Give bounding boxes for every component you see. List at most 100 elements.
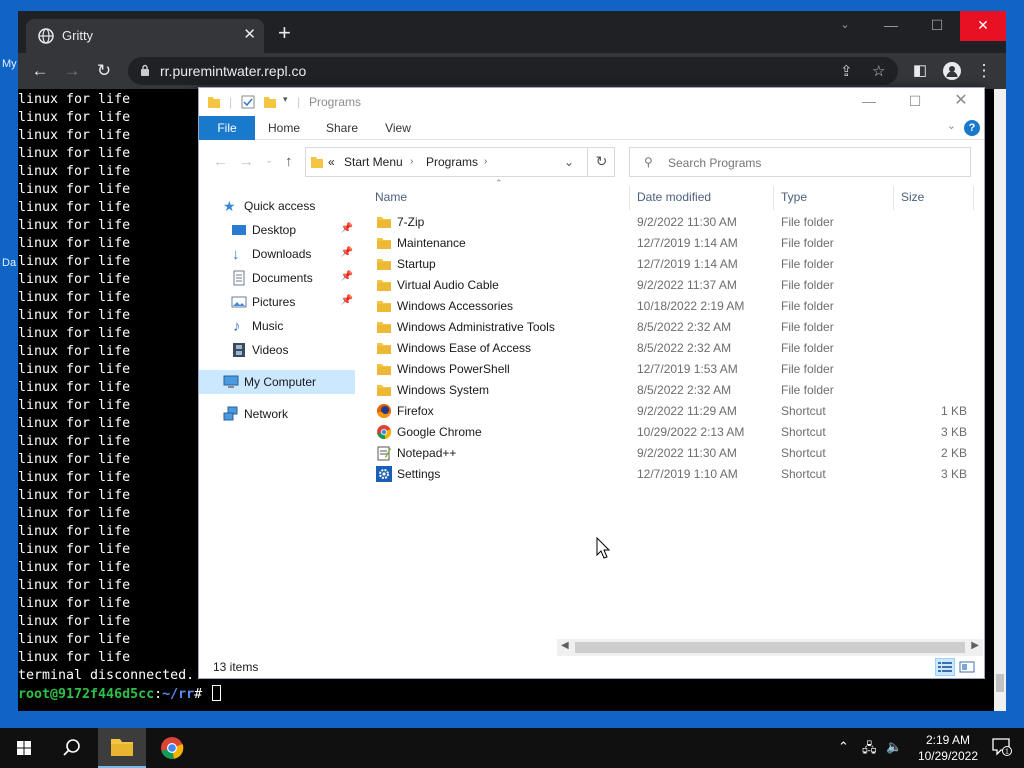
chrome-taskbar-button[interactable] bbox=[148, 728, 196, 768]
large-icons-view-icon[interactable] bbox=[957, 658, 977, 676]
file-row[interactable]: Google Chrome 10/29/2022 2:13 AM Shortcut 3… bbox=[371, 422, 975, 443]
browser-tab[interactable]: Gritty ✕ bbox=[26, 19, 264, 53]
file-row[interactable]: Startup 12/7/2019 1:14 AM File folder bbox=[371, 254, 975, 275]
nav-network[interactable]: Network bbox=[199, 402, 355, 426]
up-icon[interactable]: ↑ bbox=[285, 153, 293, 170]
breadcrumb-start-menu[interactable]: Start Menu bbox=[344, 155, 403, 169]
start-button[interactable] bbox=[0, 728, 48, 768]
forward-icon[interactable]: → bbox=[60, 59, 84, 83]
refresh-icon[interactable]: ↻ bbox=[587, 147, 615, 177]
nav-downloads[interactable]: ↓ Downloads 📌 bbox=[199, 242, 355, 266]
search-box[interactable]: ⚲ bbox=[629, 147, 971, 177]
tab-home[interactable]: Home bbox=[259, 116, 309, 140]
column-divider[interactable] bbox=[973, 186, 974, 210]
column-header-date[interactable]: Date modified bbox=[637, 182, 711, 212]
file-row[interactable]: Windows Accessories 10/18/2022 2:19 AM Fil… bbox=[371, 296, 975, 317]
minimize-icon[interactable]: — bbox=[868, 11, 914, 41]
scroll-left-icon[interactable]: ◀ bbox=[561, 640, 569, 651]
properties-icon[interactable] bbox=[241, 95, 255, 109]
close-tab-icon[interactable]: ✕ bbox=[243, 25, 256, 43]
customize-qat-icon[interactable]: ▾ bbox=[283, 94, 288, 105]
bookmark-star-icon[interactable]: ☆ bbox=[872, 62, 885, 80]
computer-icon bbox=[223, 375, 239, 388]
menu-kebab-icon[interactable]: ⋮ bbox=[972, 59, 996, 83]
tab-file[interactable]: File bbox=[199, 116, 255, 140]
close-window-icon[interactable]: ✕ bbox=[960, 11, 1006, 41]
horizontal-scrollbar[interactable]: ◀ ▶ bbox=[557, 639, 983, 656]
file-row[interactable]: Windows Administrative Tools 8/5/2022 2:3… bbox=[371, 317, 975, 338]
pin-icon[interactable]: 📌 bbox=[341, 223, 353, 234]
breadcrumb-overflow[interactable]: « bbox=[328, 155, 335, 169]
reload-icon[interactable]: ↻ bbox=[92, 59, 116, 83]
file-row[interactable]: Maintenance 12/7/2019 1:14 AM File folder bbox=[371, 233, 975, 254]
new-tab-icon[interactable]: + bbox=[278, 22, 291, 44]
scroll-right-icon[interactable]: ▶ bbox=[971, 640, 979, 651]
nav-videos[interactable]: Videos bbox=[199, 338, 355, 362]
nav-pictures[interactable]: Pictures 📌 bbox=[199, 290, 355, 314]
column-header-type[interactable]: Type bbox=[781, 182, 807, 212]
file-row[interactable]: Virtual Audio Cable 9/2/2022 11:37 AM File… bbox=[371, 275, 975, 296]
search-input[interactable] bbox=[668, 154, 958, 172]
column-divider[interactable] bbox=[773, 186, 774, 210]
file-explorer-taskbar-button[interactable] bbox=[98, 728, 146, 768]
file-row[interactable]: Windows PowerShell 12/7/2019 1:53 AM File … bbox=[371, 359, 975, 380]
address-bar[interactable]: rr.puremintwater.repl.co ⇪ ☆ bbox=[128, 57, 898, 85]
show-hidden-icons-icon[interactable]: ⌃ bbox=[838, 739, 849, 755]
file-row[interactable]: Settings 12/7/2019 1:10 AM Shortcut 3 KB bbox=[371, 464, 975, 485]
nav-documents[interactable]: Documents 📌 bbox=[199, 266, 355, 290]
column-divider[interactable] bbox=[629, 186, 630, 210]
file-name: Startup bbox=[397, 257, 436, 271]
file-row[interactable]: Notepad++ 9/2/2022 11:30 AM Shortcut 2 KB bbox=[371, 443, 975, 464]
scrollbar-thumb[interactable] bbox=[575, 642, 965, 653]
forward-icon[interactable]: → bbox=[239, 153, 254, 170]
help-icon[interactable]: ? bbox=[964, 120, 980, 136]
desktop-icon-label[interactable]: Da bbox=[2, 257, 16, 269]
scrollbar-thumb[interactable] bbox=[996, 674, 1004, 692]
close-icon[interactable]: ✕ bbox=[938, 90, 984, 114]
column-header-size[interactable]: Size bbox=[901, 182, 924, 212]
tab-search-icon[interactable]: ⌄ bbox=[822, 11, 868, 41]
column-header-name[interactable]: Name bbox=[375, 182, 407, 212]
folder-icon bbox=[376, 319, 392, 335]
file-row[interactable]: Windows Ease of Access 8/5/2022 2:32 AM Fi… bbox=[371, 338, 975, 359]
back-icon[interactable]: ← bbox=[213, 153, 228, 170]
details-view-icon[interactable] bbox=[935, 658, 955, 676]
search-button[interactable] bbox=[48, 728, 96, 768]
nav-desktop[interactable]: Desktop 📌 bbox=[199, 218, 355, 242]
profile-avatar-icon[interactable] bbox=[940, 59, 964, 83]
address-dropdown-icon[interactable]: ⌄ bbox=[564, 155, 574, 169]
volume-icon[interactable]: 🔈 bbox=[886, 739, 902, 755]
network-status-icon[interactable]: 🖧 bbox=[862, 739, 877, 761]
back-icon[interactable]: ← bbox=[28, 59, 52, 83]
nav-quick-access[interactable]: ★ Quick access bbox=[199, 194, 355, 218]
address-bar[interactable]: « Start Menu › Programs › ⌄ bbox=[305, 147, 615, 177]
pin-icon[interactable]: 📌 bbox=[341, 247, 353, 258]
recent-locations-icon[interactable]: ⌄ bbox=[265, 155, 273, 166]
file-row[interactable]: Firefox 9/2/2022 11:29 AM Shortcut 1 KB bbox=[371, 401, 975, 422]
tab-share[interactable]: Share bbox=[317, 116, 367, 140]
desktop-icon-label[interactable]: My bbox=[2, 58, 17, 70]
chevron-right-icon[interactable]: › bbox=[410, 156, 413, 167]
share-icon[interactable]: ⇪ bbox=[840, 62, 853, 80]
notification-center-icon[interactable]: 1 bbox=[992, 738, 1012, 756]
minimize-icon[interactable]: — bbox=[846, 90, 892, 114]
terminal-prompt[interactable]: root@9172f446d5cc:~/rr# bbox=[18, 685, 1006, 703]
maximize-icon[interactable]: ☐ bbox=[914, 11, 960, 41]
file-row[interactable]: 7-Zip 9/2/2022 11:30 AM File folder bbox=[371, 212, 975, 233]
chevron-right-icon[interactable]: › bbox=[484, 156, 487, 167]
file-type: File folder bbox=[781, 215, 834, 229]
new-folder-icon[interactable] bbox=[263, 95, 277, 109]
nav-my-computer[interactable]: My Computer bbox=[199, 370, 355, 394]
pin-icon[interactable]: 📌 bbox=[341, 271, 353, 282]
expand-ribbon-icon[interactable]: ⌄ bbox=[947, 119, 956, 132]
nav-music[interactable]: ♪ Music bbox=[199, 314, 355, 338]
maximize-icon[interactable]: ☐ bbox=[892, 90, 938, 114]
terminal-scrollbar[interactable] bbox=[994, 89, 1006, 711]
file-row[interactable]: Windows System 8/5/2022 2:32 AM File folde… bbox=[371, 380, 975, 401]
system-clock[interactable]: 2:19 AM 10/29/2022 bbox=[918, 732, 978, 764]
pin-icon[interactable]: 📌 bbox=[341, 295, 353, 306]
column-divider[interactable] bbox=[893, 186, 894, 210]
breadcrumb-programs[interactable]: Programs bbox=[426, 155, 478, 169]
tab-view[interactable]: View bbox=[375, 116, 421, 140]
side-panel-icon[interactable]: ◧ bbox=[908, 59, 932, 83]
